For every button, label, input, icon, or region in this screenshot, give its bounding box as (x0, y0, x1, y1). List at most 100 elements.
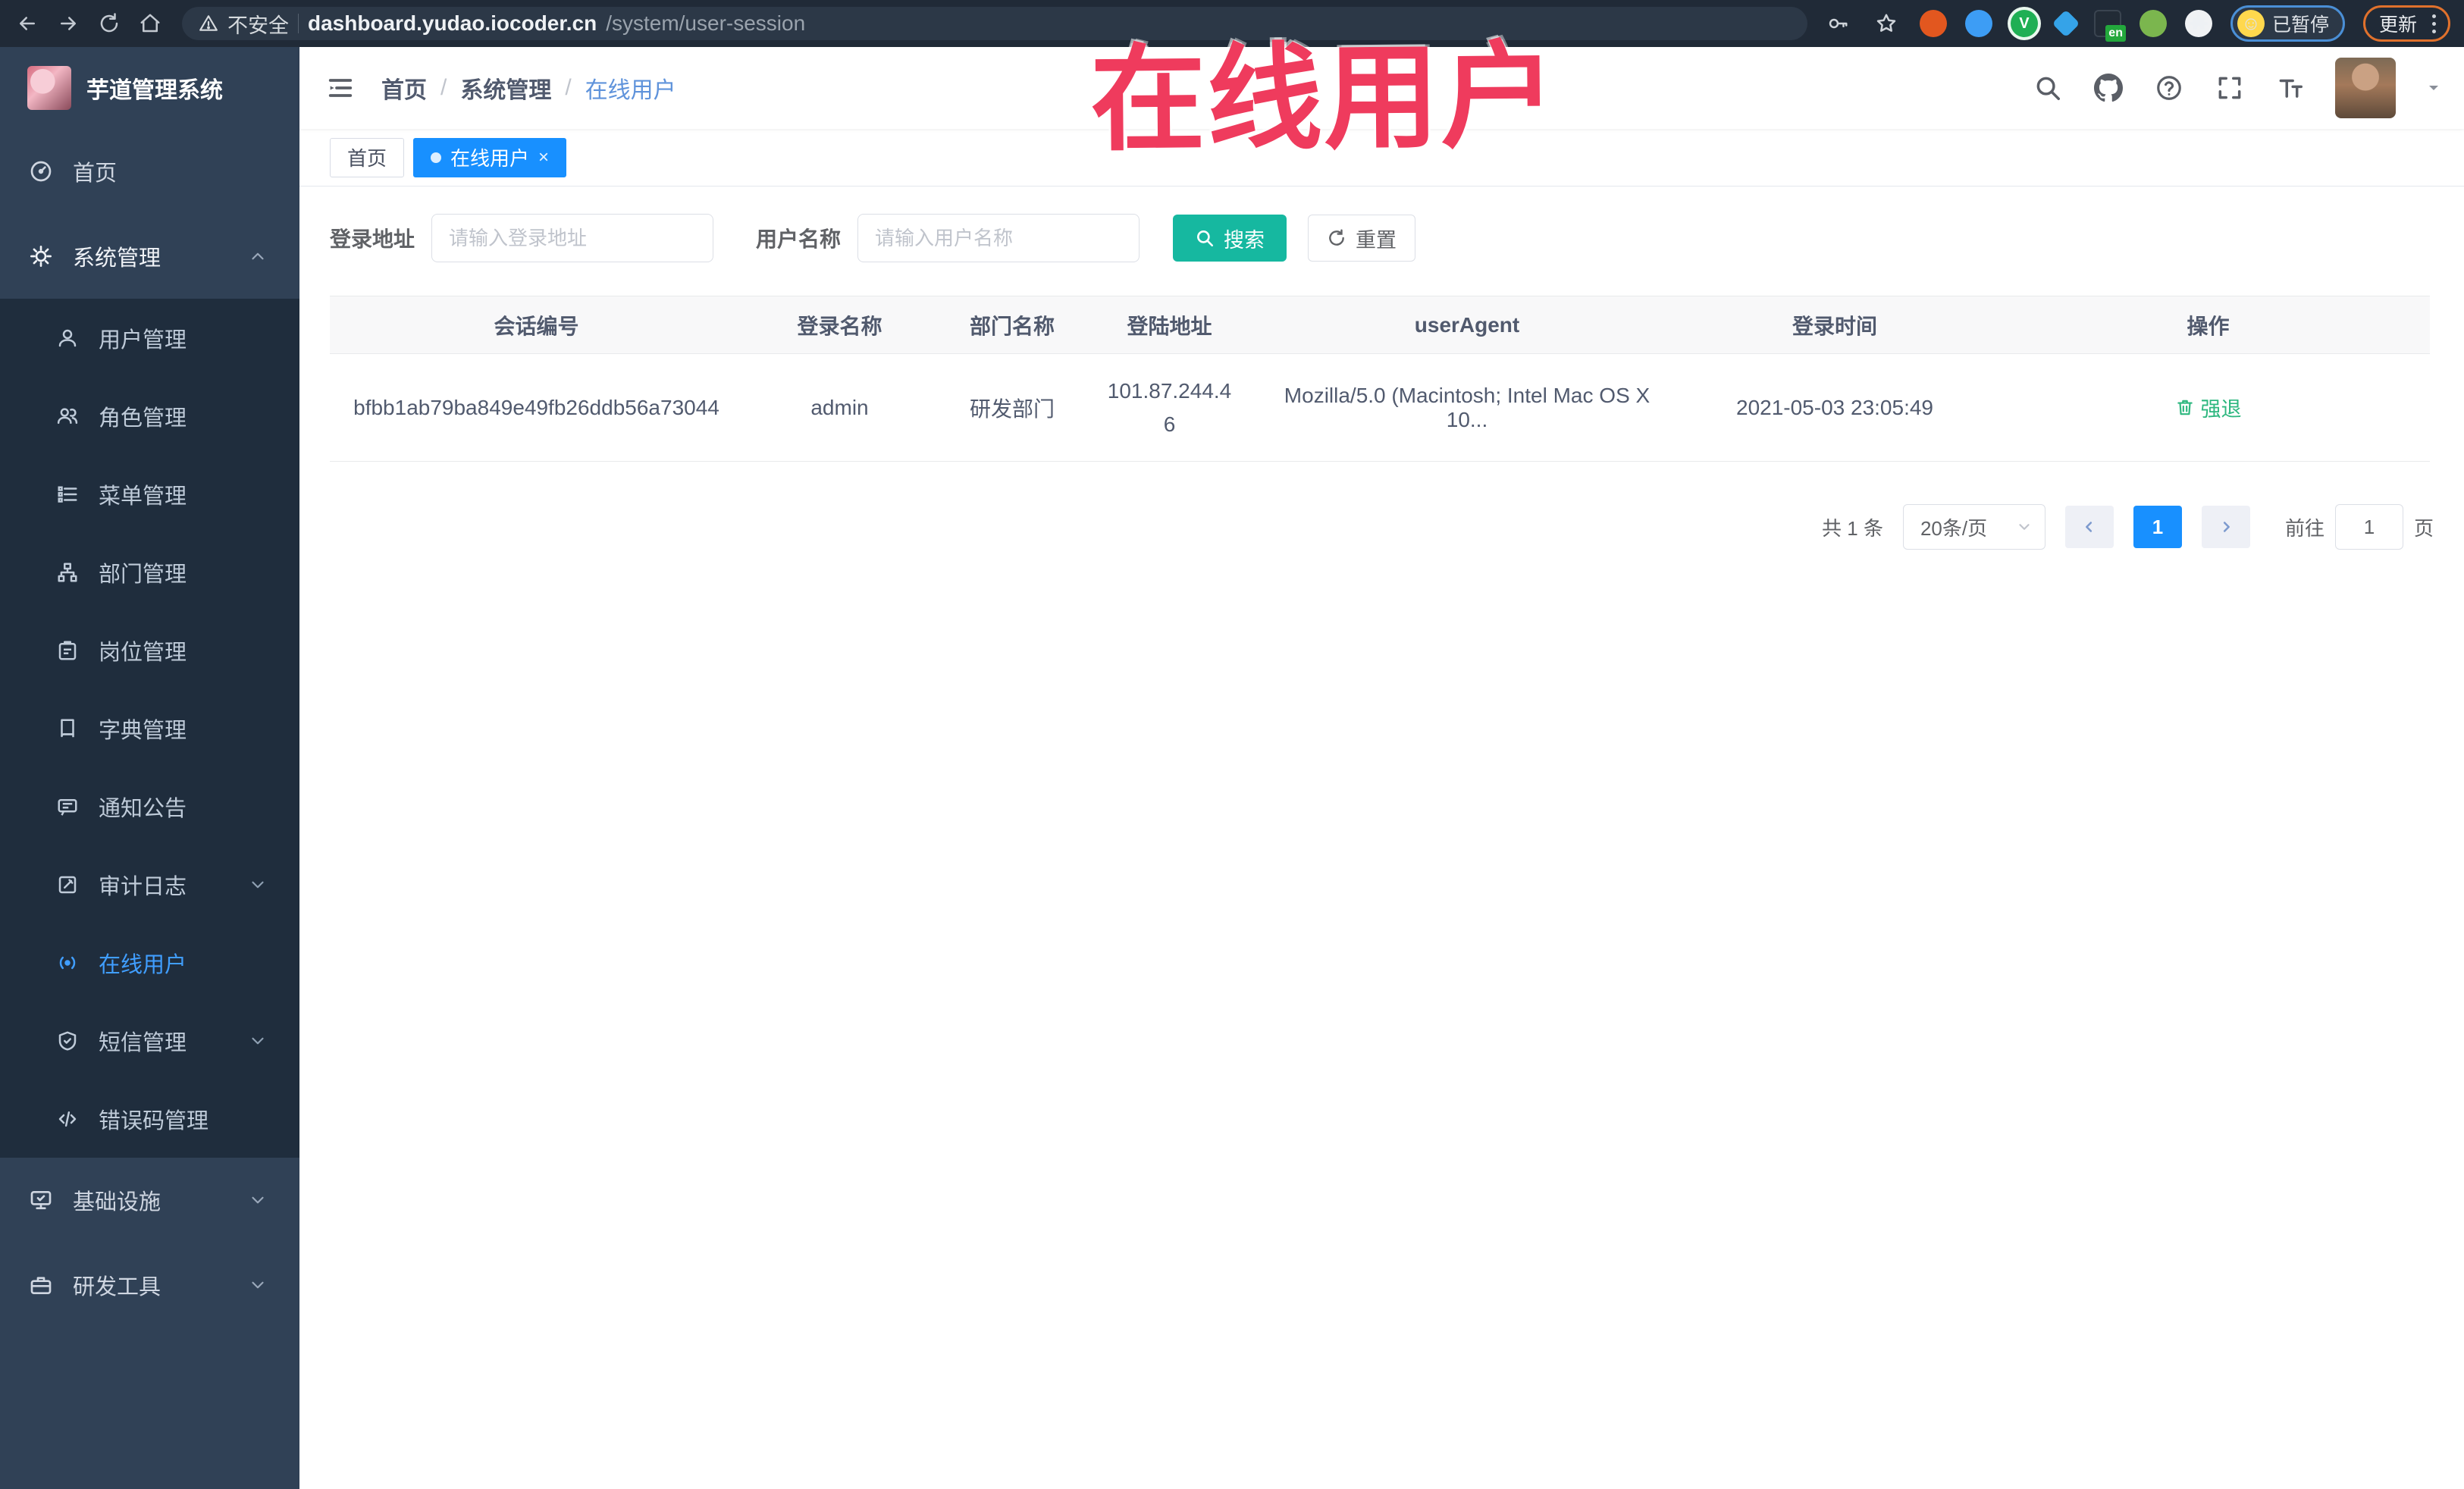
error-code-icon (56, 1108, 79, 1130)
sidebar-item-label: 角色管理 (99, 406, 187, 431)
extension-v-icon[interactable]: V (2010, 10, 2038, 37)
update-button[interactable]: 更新 (2379, 10, 2417, 37)
user-menu-caret-icon[interactable] (2425, 79, 2443, 97)
avatar[interactable] (2335, 58, 2396, 118)
sidebar-item-notice[interactable]: 通知公告 (0, 767, 299, 845)
extensions-puzzle-icon[interactable] (2184, 10, 2212, 37)
security-label[interactable]: 不安全 (227, 9, 289, 39)
tab-home[interactable]: 首页 (330, 137, 405, 177)
browser-menu-icon[interactable] (2428, 14, 2440, 33)
sidebar-item-role-management[interactable]: 角色管理 (0, 377, 299, 455)
sidebar-item-online-users[interactable]: 在线用户 (0, 923, 299, 1002)
sidebar-item-label: 部门管理 (99, 562, 187, 587)
sidebar-item-label: 基础设施 (73, 1190, 161, 1215)
home-icon[interactable] (133, 7, 167, 40)
chevron-down-icon (248, 1190, 268, 1210)
force-logout-button[interactable]: 强退 (2175, 393, 2242, 422)
tab-label: 首页 (347, 147, 387, 170)
tab-label: 在线用户 (450, 147, 530, 170)
extension-ubuntu-icon[interactable] (1919, 10, 1947, 37)
reload-icon[interactable] (92, 7, 126, 40)
tab-online-users[interactable]: 在线用户 × (413, 137, 567, 177)
back-icon[interactable] (11, 7, 44, 40)
sidebar-collapse-icon[interactable] (325, 73, 356, 103)
login-address-input[interactable] (431, 214, 714, 262)
sidebar-submenu-system: 用户管理 角色管理 菜单管理 部门管理 岗位管理 字典管理 通知公告 审计日志 … (0, 299, 299, 1158)
sidebar-item-audit-log[interactable]: 审计日志 (0, 845, 299, 923)
goto-page-input[interactable] (2334, 504, 2403, 550)
github-icon[interactable] (2093, 72, 2124, 104)
password-key-icon[interactable] (1823, 8, 1853, 39)
gear-icon (29, 244, 53, 268)
table-header-row: 会话编号 登录名称 部门名称 登陆地址 userAgent 登录时间 操作 (330, 296, 2430, 354)
dictionary-icon (56, 717, 79, 740)
breadcrumb-home[interactable]: 首页 (381, 71, 427, 105)
screen: 不安全 dashboard.yudao.iocoder.cn/system/us… (0, 0, 2464, 1489)
sidebar-item-sms-management[interactable]: 短信管理 (0, 1002, 299, 1080)
bookmark-star-icon[interactable] (1871, 8, 1901, 39)
online-user-icon (56, 951, 79, 974)
sidebar-item-infrastructure[interactable]: 基础设施 (0, 1158, 299, 1243)
infrastructure-icon (29, 1188, 53, 1212)
extension-key-icon[interactable] (2139, 10, 2167, 37)
sms-shield-icon (56, 1030, 79, 1052)
user-name-input[interactable] (857, 214, 1140, 262)
sidebar-item-dict-management[interactable]: 字典管理 (0, 689, 299, 767)
sidebar-item-system-management[interactable]: 系统管理 (0, 214, 299, 299)
extension-lamp-icon[interactable] (1964, 10, 1992, 37)
app-header: 首页 / 系统管理 / 在线用户 (299, 47, 2464, 129)
update-chip[interactable]: 更新 (2362, 5, 2450, 42)
sidebar-item-label: 在线用户 (99, 952, 187, 977)
extension-diamond-icon[interactable] (2052, 9, 2080, 38)
sidebar-item-dept-management[interactable]: 部门管理 (0, 533, 299, 611)
tab-close-icon[interactable]: × (538, 148, 549, 167)
url-path[interactable]: /system/user-session (606, 11, 805, 36)
page-content: 登录地址 用户名称 搜索 重置 (299, 187, 2464, 1489)
sidebar-item-label: 系统管理 (73, 246, 161, 271)
forward-icon[interactable] (52, 7, 85, 40)
cell-session-id: bfbb1ab79ba849e49fb26ddb56a73044 (330, 353, 743, 462)
sidebar-item-user-management[interactable]: 用户管理 (0, 299, 299, 377)
address-bar[interactable]: 不安全 dashboard.yudao.iocoder.cn/system/us… (182, 7, 1807, 40)
page-size-select[interactable]: 20条/页 (1902, 504, 2045, 550)
app-logo-row[interactable]: 芋道管理系统 (0, 47, 299, 129)
sidebar-item-label: 错误码管理 (99, 1108, 209, 1133)
fullscreen-icon[interactable] (2214, 72, 2246, 104)
goto-label: 前往 (2284, 516, 2324, 540)
extension-translate-icon[interactable]: en (2093, 10, 2126, 42)
active-tab-dot (431, 152, 442, 163)
user-name-label: 用户名称 (756, 227, 842, 251)
filter-form: 登录地址 用户名称 搜索 重置 (330, 214, 2434, 262)
browser-chrome: 不安全 dashboard.yudao.iocoder.cn/system/us… (0, 0, 2464, 47)
font-size-icon[interactable] (2274, 72, 2306, 104)
org-tree-icon (56, 561, 79, 584)
next-page-button[interactable] (2201, 506, 2250, 548)
breadcrumb-system[interactable]: 系统管理 (460, 71, 551, 105)
col-dept-name: 部门名称 (936, 296, 1088, 354)
prev-page-button[interactable] (2064, 506, 2114, 548)
users-icon (56, 405, 79, 428)
sidebar-item-menu-management[interactable]: 菜单管理 (0, 455, 299, 533)
profile-status: 已暂停 (2271, 14, 2329, 36)
user-icon (56, 327, 79, 350)
sidebar-item-error-code[interactable]: 错误码管理 (0, 1080, 299, 1158)
tags-view-bar: 首页 在线用户 × (299, 129, 2464, 187)
not-secure-warning-icon[interactable] (199, 14, 218, 33)
cell-login-time: 2021-05-03 23:05:49 (1683, 353, 1986, 462)
sidebar-item-label: 通知公告 (99, 796, 187, 821)
reset-button[interactable]: 重置 (1308, 215, 1416, 262)
search-icon[interactable] (2032, 72, 2064, 104)
sidebar-item-dev-tools[interactable]: 研发工具 (0, 1243, 299, 1328)
trash-icon (2177, 400, 2193, 415)
sidebar-item-post-management[interactable]: 岗位管理 (0, 611, 299, 689)
sidebar-item-home[interactable]: 首页 (0, 129, 299, 214)
url-domain[interactable]: dashboard.yudao.iocoder.cn (308, 11, 597, 36)
page-number-1[interactable]: 1 (2133, 506, 2182, 548)
search-button[interactable]: 搜索 (1173, 215, 1287, 262)
profile-chip[interactable]: ☺ 已暂停 (2230, 5, 2345, 42)
col-login-ip: 登陆地址 (1088, 296, 1251, 354)
menu-list-icon (56, 483, 79, 506)
dashboard-icon (29, 159, 53, 183)
help-icon[interactable] (2153, 72, 2185, 104)
sidebar-item-label: 岗位管理 (99, 640, 187, 665)
